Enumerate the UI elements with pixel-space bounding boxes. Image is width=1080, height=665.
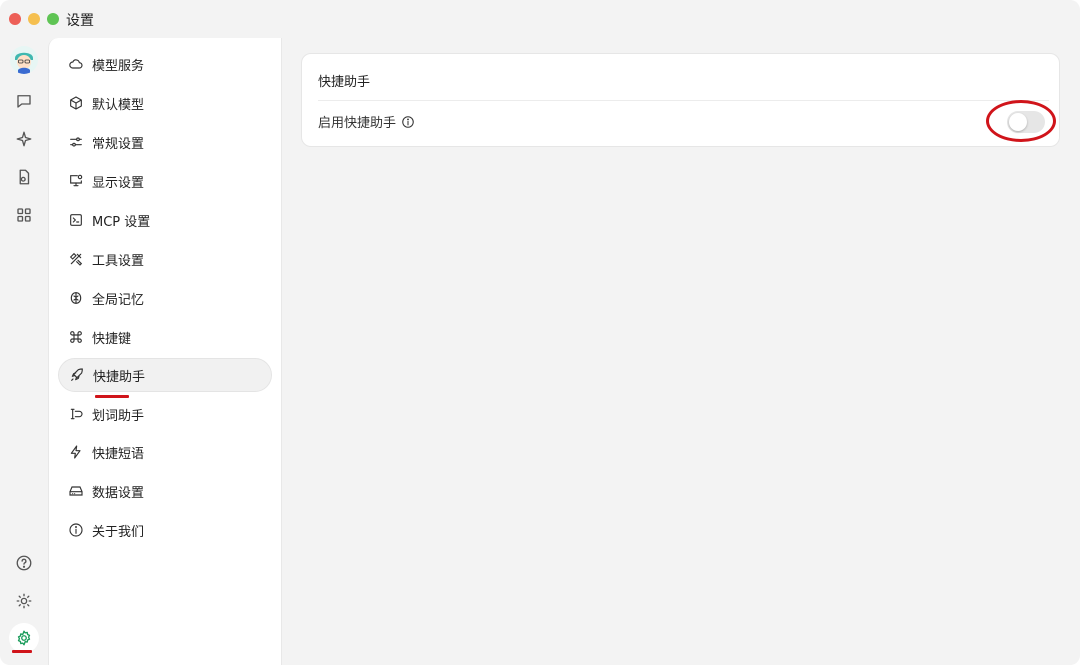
title-bar: 设置 xyxy=(0,0,1080,38)
enable-quick-assistant-label: 启用快捷助手 xyxy=(318,116,397,131)
menu-item-label: 模型服务 xyxy=(92,58,145,74)
menu-item-label: 数据设置 xyxy=(92,485,145,501)
menu-item-tool-settings[interactable]: 工具设置 xyxy=(58,242,272,276)
menu-item-label: MCP 设置 xyxy=(92,214,151,230)
menu-item-global-memory[interactable]: 全局记忆 xyxy=(58,281,272,315)
menu-item-about-us[interactable]: 关于我们 xyxy=(58,513,272,547)
zap-icon xyxy=(70,445,81,459)
toggle-annotation-circle xyxy=(986,100,1056,142)
info-icon xyxy=(69,523,83,537)
menu-item-label: 快捷短语 xyxy=(92,446,145,462)
monitor-icon xyxy=(70,174,83,187)
brain-icon xyxy=(70,292,82,304)
avatar-icon xyxy=(10,46,38,74)
window-title: 设置 xyxy=(66,13,94,29)
sliders-icon xyxy=(70,137,82,147)
avatar[interactable] xyxy=(10,46,38,74)
menu-item-mcp-settings[interactable]: MCP 设置 xyxy=(58,203,272,237)
menu-item-label: 快捷助手 xyxy=(93,369,146,385)
icon-rail xyxy=(0,38,48,665)
menu-item-label: 全局记忆 xyxy=(92,292,145,308)
enable-quick-assistant-row: 启用快捷助手 xyxy=(318,112,415,131)
zoom-window-button[interactable] xyxy=(47,13,59,25)
sparkle-icon xyxy=(16,131,32,147)
menu-item-quick-assistant[interactable]: 快捷助手 xyxy=(58,358,272,392)
menu-item-label: 快捷键 xyxy=(92,331,132,347)
agents-rail-button[interactable] xyxy=(9,124,39,154)
menu-item-data-settings[interactable]: 数据设置 xyxy=(58,474,272,508)
document-icon xyxy=(19,169,30,185)
menu-item-shortcuts[interactable]: 快捷键 xyxy=(58,320,272,354)
rocket-icon xyxy=(71,368,83,381)
close-window-button[interactable] xyxy=(9,13,21,25)
sun-icon xyxy=(16,593,32,609)
chat-bubble-icon xyxy=(17,95,31,108)
app-window: 设置 模型服务 默认模型 常规设置 显示设置 MCP 设置 工具设置 全局记忆 … xyxy=(0,0,1080,665)
menu-item-display-settings[interactable]: 显示设置 xyxy=(58,164,272,198)
cube-icon xyxy=(70,96,82,110)
gear-icon xyxy=(17,630,31,646)
theme-rail-button[interactable] xyxy=(9,586,39,616)
menu-item-label: 划词助手 xyxy=(92,408,145,424)
chat-rail-button[interactable] xyxy=(9,86,39,116)
info-icon[interactable] xyxy=(401,115,415,129)
settings-rail-button[interactable] xyxy=(9,623,39,653)
hard-drive-icon xyxy=(69,486,83,496)
quick-assistant-card: 快捷助手 启用快捷助手 xyxy=(301,53,1060,147)
settings-menu: 模型服务 默认模型 常规设置 显示设置 MCP 设置 工具设置 全局记忆 快捷键… xyxy=(48,38,282,665)
tools-icon xyxy=(69,252,83,266)
text-cursor-icon xyxy=(70,408,83,420)
apps-rail-button[interactable] xyxy=(9,200,39,230)
menu-item-label: 默认模型 xyxy=(92,97,145,113)
settings-content: 快捷助手 启用快捷助手 xyxy=(282,38,1080,665)
settings-annotation-underline xyxy=(12,650,32,653)
menu-item-label: 显示设置 xyxy=(92,175,145,191)
help-rail-button[interactable] xyxy=(9,548,39,578)
menu-item-model-service[interactable]: 模型服务 xyxy=(58,47,272,81)
terminal-icon xyxy=(70,214,82,226)
card-divider xyxy=(318,100,1049,101)
menu-item-default-model[interactable]: 默认模型 xyxy=(58,86,272,120)
menu-item-label: 常规设置 xyxy=(92,136,145,152)
files-rail-button[interactable] xyxy=(9,162,39,192)
minimize-window-button[interactable] xyxy=(28,13,40,25)
grid-icon xyxy=(17,208,31,222)
menu-item-label: 关于我们 xyxy=(92,524,145,540)
menu-item-quick-phrases[interactable]: 快捷短语 xyxy=(58,435,272,469)
card-title: 快捷助手 xyxy=(318,75,371,90)
cloud-icon xyxy=(69,59,83,69)
menu-item-label: 工具设置 xyxy=(92,253,145,269)
help-icon xyxy=(16,555,32,571)
menu-item-general-settings[interactable]: 常规设置 xyxy=(58,125,272,159)
menu-item-selection-assistant[interactable]: 划词助手 xyxy=(58,397,272,431)
command-icon xyxy=(70,331,82,343)
